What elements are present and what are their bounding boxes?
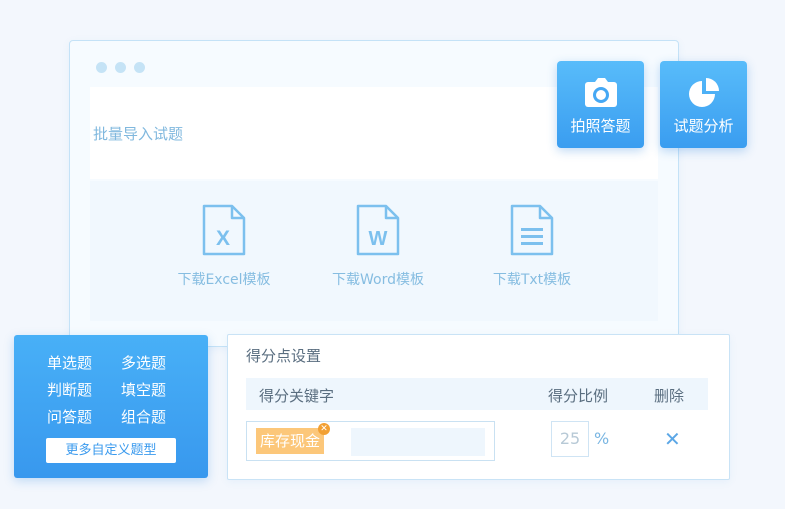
type-true-false[interactable]: 判断题 bbox=[47, 379, 92, 400]
keyword-field[interactable]: 库存现金 ✕ bbox=[246, 421, 495, 461]
header-ratio: 得分比例 bbox=[548, 387, 609, 405]
score-settings-title: 得分点设置 bbox=[246, 347, 322, 365]
pie-chart-icon bbox=[689, 78, 719, 107]
score-ratio-input[interactable]: 25 bbox=[551, 421, 589, 457]
type-question-answer[interactable]: 问答题 bbox=[47, 406, 92, 427]
download-txt-label: 下载Txt模板 bbox=[492, 272, 572, 288]
photo-answer-button[interactable]: 拍照答题 bbox=[557, 61, 644, 148]
download-word-template[interactable]: W 下载Word模板 bbox=[318, 203, 438, 289]
download-excel-template[interactable]: X 下载Excel模板 bbox=[164, 203, 284, 289]
question-analysis-button[interactable]: 试题分析 bbox=[660, 61, 747, 148]
question-analysis-label: 试题分析 bbox=[673, 117, 734, 135]
camera-icon bbox=[585, 78, 617, 107]
type-combination[interactable]: 组合题 bbox=[121, 406, 166, 427]
svg-text:W: W bbox=[369, 228, 388, 250]
score-table-header: 得分关键字 得分比例 删除 bbox=[246, 378, 708, 410]
download-excel-label: 下载Excel模板 bbox=[177, 272, 271, 288]
txt-file-icon bbox=[510, 204, 554, 256]
window-dot-icon bbox=[96, 62, 107, 73]
svg-text:X: X bbox=[216, 227, 230, 250]
panel-title: 批量导入试题 bbox=[93, 125, 184, 143]
type-single-choice[interactable]: 单选题 bbox=[47, 352, 92, 373]
keyword-tag: 库存现金 ✕ bbox=[256, 423, 331, 454]
word-file-icon: W bbox=[356, 204, 400, 256]
header-keyword: 得分关键字 bbox=[259, 387, 335, 405]
remove-tag-icon[interactable]: ✕ bbox=[318, 423, 331, 435]
percent-unit: % bbox=[594, 429, 610, 448]
photo-answer-label: 拍照答题 bbox=[570, 117, 631, 135]
download-word-label: 下载Word模板 bbox=[332, 272, 424, 288]
excel-file-icon: X bbox=[202, 204, 246, 256]
more-custom-types-button[interactable]: 更多自定义题型 bbox=[46, 438, 176, 463]
type-multiple-choice[interactable]: 多选题 bbox=[121, 352, 166, 373]
window-dot-icon bbox=[134, 62, 145, 73]
download-txt-template[interactable]: 下载Txt模板 bbox=[472, 203, 592, 289]
keyword-tag-label: 库存现金 bbox=[260, 432, 321, 450]
header-delete: 删除 bbox=[654, 387, 685, 405]
score-settings-panel: 得分点设置 得分关键字 得分比例 删除 库存现金 ✕ 25 % ✕ bbox=[227, 334, 730, 480]
window-dot-icon bbox=[115, 62, 126, 73]
keyword-input[interactable] bbox=[351, 428, 485, 456]
type-fill-blank[interactable]: 填空题 bbox=[121, 379, 166, 400]
delete-row-icon[interactable]: ✕ bbox=[664, 427, 681, 451]
question-types-panel: 单选题 多选题 判断题 填空题 问答题 组合题 更多自定义题型 bbox=[14, 335, 208, 478]
